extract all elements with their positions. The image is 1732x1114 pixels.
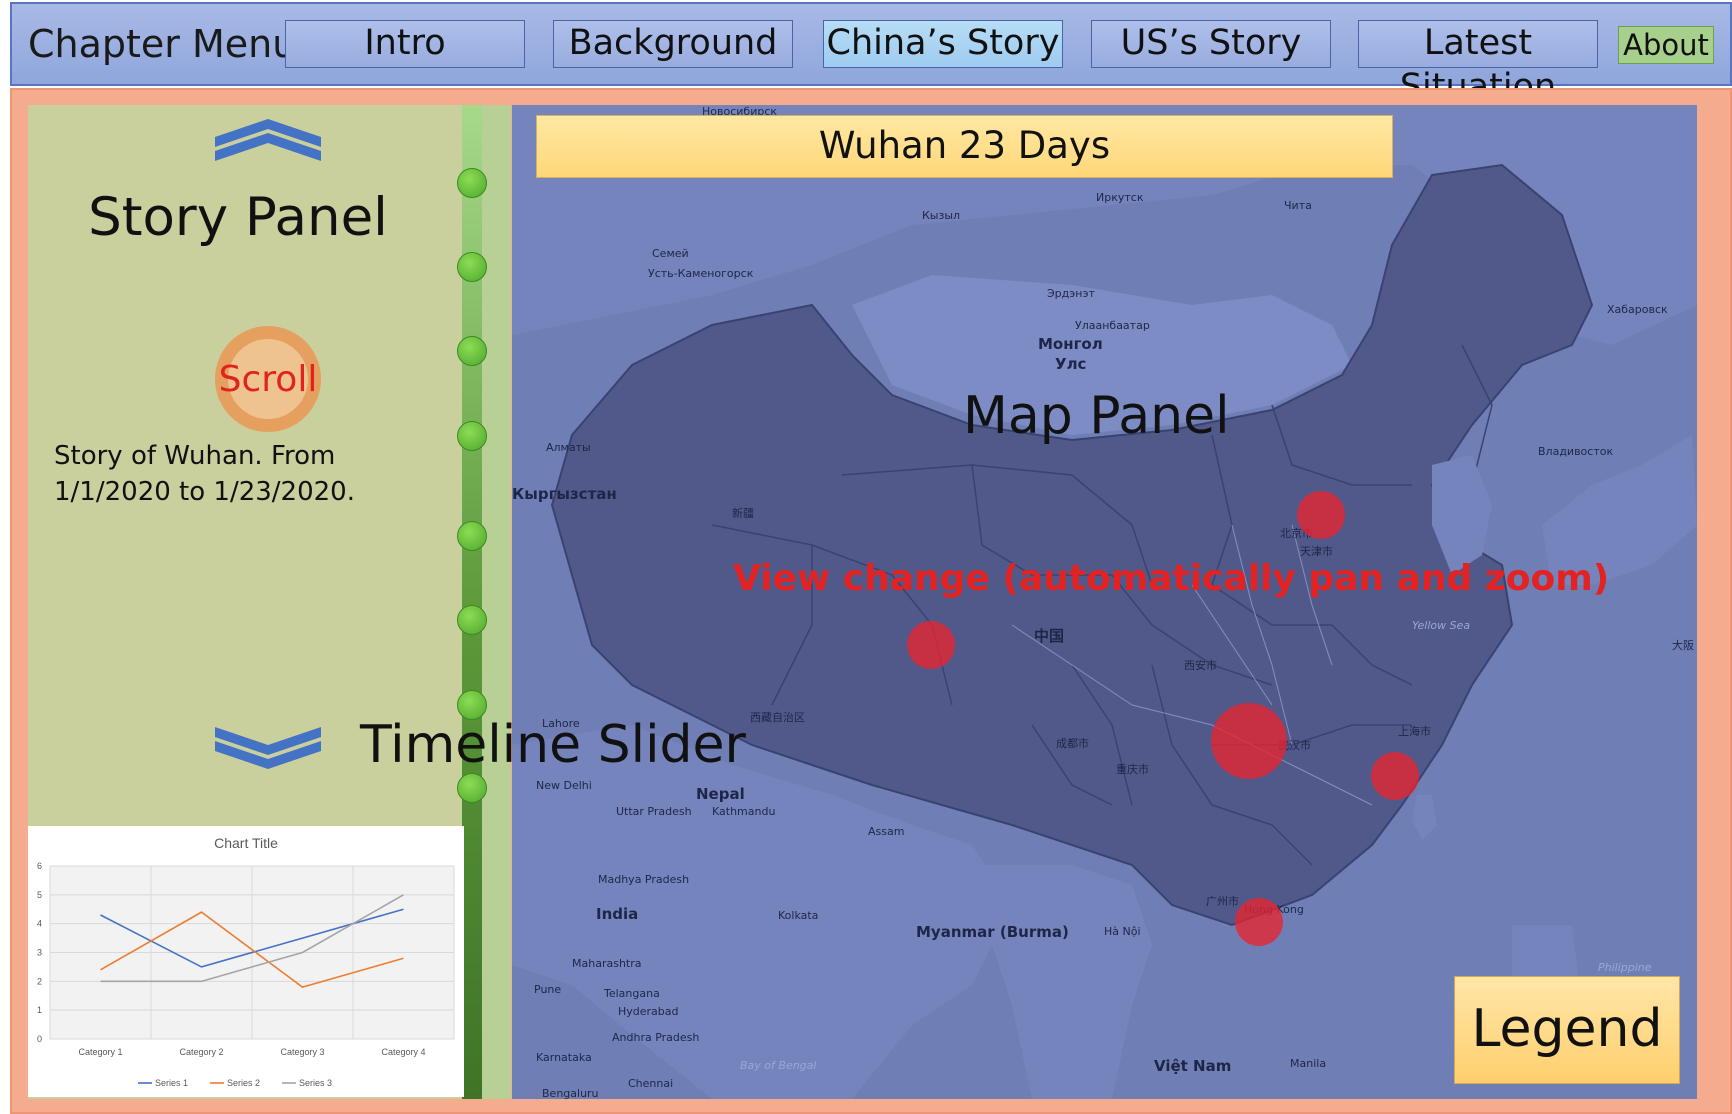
chapter-menu-bar: Chapter Menu Intro Background China’s St… <box>10 2 1732 107</box>
timeline-node[interactable] <box>457 168 487 198</box>
map-label-madhya-pradesh: Madhya Pradesh <box>598 873 690 886</box>
chart-svg: Chart Title 0 1 2 3 4 5 6 Category 1 Category 2 Ca… <box>37 835 455 1088</box>
map-label-tianjin: 天津市 <box>1300 545 1333 558</box>
chart-legend-label: Series 2 <box>227 1078 260 1088</box>
tab-intro[interactable]: Intro <box>285 20 525 68</box>
map-label-ulaanbaatar: Улаанбаатар <box>1075 319 1150 332</box>
map-canvas[interactable] <box>512 105 1697 1099</box>
map-label-kyrgyzstan: Кыргызстан <box>512 485 617 503</box>
chart-y-tick-label: 4 <box>37 919 42 929</box>
map-label-chengdu: 成都市 <box>1056 737 1089 750</box>
map-label-tibet: 西藏自治区 <box>750 711 805 724</box>
map-label-philippines: Philippine <box>1598 961 1652 974</box>
map-label-andhra-pradesh: Andhra Pradesh <box>612 1031 700 1044</box>
map-label-guangzhou: 广州市 <box>1206 895 1239 908</box>
chart-title: Chart Title <box>214 835 278 851</box>
map-label-xian: 西安市 <box>1184 659 1217 672</box>
chart-y-tick-label: 6 <box>37 861 42 871</box>
map-label-ust-kamenogorsk: Усть-Каменогорск <box>648 267 754 280</box>
timeline-track-edge <box>482 105 511 1099</box>
map-panel-label: Map Panel <box>963 386 1230 446</box>
map-label-pune: Pune <box>534 983 562 996</box>
chart-y-tick-label: 0 <box>37 1034 42 1044</box>
legend-button[interactable]: Legend <box>1454 976 1680 1084</box>
map-label-kathmandu: Kathmandu <box>712 805 776 818</box>
map-label-khabarovsk: Хабаровск <box>1607 303 1668 316</box>
map-label-chennai: Chennai <box>628 1077 674 1090</box>
scroll-label: Scroll <box>218 359 318 400</box>
chart-x-tick-label: Category 1 <box>78 1047 122 1057</box>
map-label-semey: Семей <box>652 247 689 260</box>
timeline-node[interactable] <box>457 773 487 803</box>
chart-legend-label: Series 3 <box>299 1078 332 1088</box>
map-label-bay-of-bengal: Bay of Bengal <box>740 1059 817 1072</box>
map-label-maharashtra: Maharashtra <box>572 957 642 970</box>
story-panel-title: Story Panel <box>88 187 388 248</box>
chart-y-tick-label: 2 <box>37 976 42 986</box>
timeline-node[interactable] <box>457 336 487 366</box>
tab-us-story[interactable]: US’s Story <box>1091 20 1331 68</box>
map-label-manila: Manila <box>1290 1057 1327 1070</box>
hotspot-beijing[interactable] <box>1297 491 1345 539</box>
about-button[interactable]: About <box>1618 26 1714 64</box>
scroll-button[interactable]: Scroll <box>215 326 321 432</box>
hotspot-guangdong[interactable] <box>1235 898 1283 946</box>
map-label-myanmar: Myanmar (Burma) <box>916 923 1069 941</box>
map-label-kolkata: Kolkata <box>778 909 819 922</box>
map-panel[interactable]: Новосибирск Кызыл Иркутск Чита Семей Уст… <box>512 105 1697 1099</box>
map-label-china: 中国 <box>1034 627 1065 645</box>
chart-y-tick-label: 3 <box>37 948 42 958</box>
tab-background[interactable]: Background <box>553 20 793 68</box>
timeline-slider-label: Timeline Slider <box>360 715 746 775</box>
map-label-karnataka: Karnataka <box>536 1051 592 1064</box>
chart-x-tick-label: Category 4 <box>381 1047 425 1057</box>
map-label-mongol: Монгол <box>1038 335 1103 353</box>
chevron-up-double-icon[interactable] <box>215 115 321 165</box>
map-label-yellow-sea: Yellow Sea <box>1412 619 1471 632</box>
map-label-viet-nam: Việt Nam <box>1154 1057 1232 1075</box>
tab-latest-situation[interactable]: Latest Situation <box>1358 20 1598 107</box>
map-label-assam: Assam <box>868 825 905 838</box>
map-label-chita: Чита <box>1284 199 1312 212</box>
chapter-menu-title: Chapter Menu <box>28 22 297 66</box>
map-label-telangana: Telangana <box>604 987 660 1000</box>
map-label-chongqing: 重庆市 <box>1116 763 1149 776</box>
map-label-uttar-pradesh: Uttar Pradesh <box>616 805 692 818</box>
map-label-almaty: Алматы <box>546 441 591 454</box>
line-chart: Chart Title 0 1 2 3 4 5 6 Category 1 Category 2 Ca… <box>28 826 464 1097</box>
map-title: Wuhan 23 Days <box>536 115 1393 178</box>
timeline-node[interactable] <box>457 521 487 551</box>
map-label-india: India <box>596 905 639 923</box>
chart-y-tick-label: 1 <box>37 1005 42 1015</box>
map-label-nepal: Nepal <box>696 785 745 803</box>
map-label-uls: Улс <box>1055 355 1087 373</box>
chart-legend-label: Series 1 <box>155 1078 188 1088</box>
tab-chinas-story[interactable]: China’s Story <box>823 20 1063 68</box>
hotspot-wuhan[interactable] <box>1211 703 1287 779</box>
timeline-node[interactable] <box>457 252 487 282</box>
chart-x-tick-label: Category 2 <box>179 1047 223 1057</box>
hotspot-zhejiang[interactable] <box>1371 752 1419 800</box>
map-label-kyzyl: Кызыл <box>922 209 961 222</box>
chart-y-tick-label: 5 <box>37 890 42 900</box>
map-label-irkutsk: Иркутск <box>1096 191 1144 204</box>
map-label-hyderabad: Hyderabad <box>618 1005 679 1018</box>
map-label-erdenet: Эрдэнэт <box>1047 287 1095 300</box>
timeline-node[interactable] <box>457 605 487 635</box>
hotspot-qinghai[interactable] <box>907 621 955 669</box>
story-text: Story of Wuhan. From 1/1/2020 to 1/23/20… <box>54 441 355 507</box>
map-label-vladivostok: Владивосток <box>1538 445 1614 458</box>
chart-x-tick-label: Category 3 <box>280 1047 324 1057</box>
timeline-node[interactable] <box>457 421 487 451</box>
view-change-label: View change (automatically pan and zoom) <box>733 558 1610 599</box>
map-label-new-delhi: New Delhi <box>536 779 592 792</box>
map-label-shanghai: 上海市 <box>1398 725 1431 738</box>
chevron-down-double-icon[interactable] <box>215 723 321 773</box>
map-label-xinjiang: 新疆 <box>732 507 754 520</box>
map-label-ha-noi: Hà Nội <box>1104 925 1141 938</box>
map-label-bengaluru: Bengaluru <box>542 1087 599 1099</box>
map-label-osaka: 大阪 <box>1672 639 1694 652</box>
